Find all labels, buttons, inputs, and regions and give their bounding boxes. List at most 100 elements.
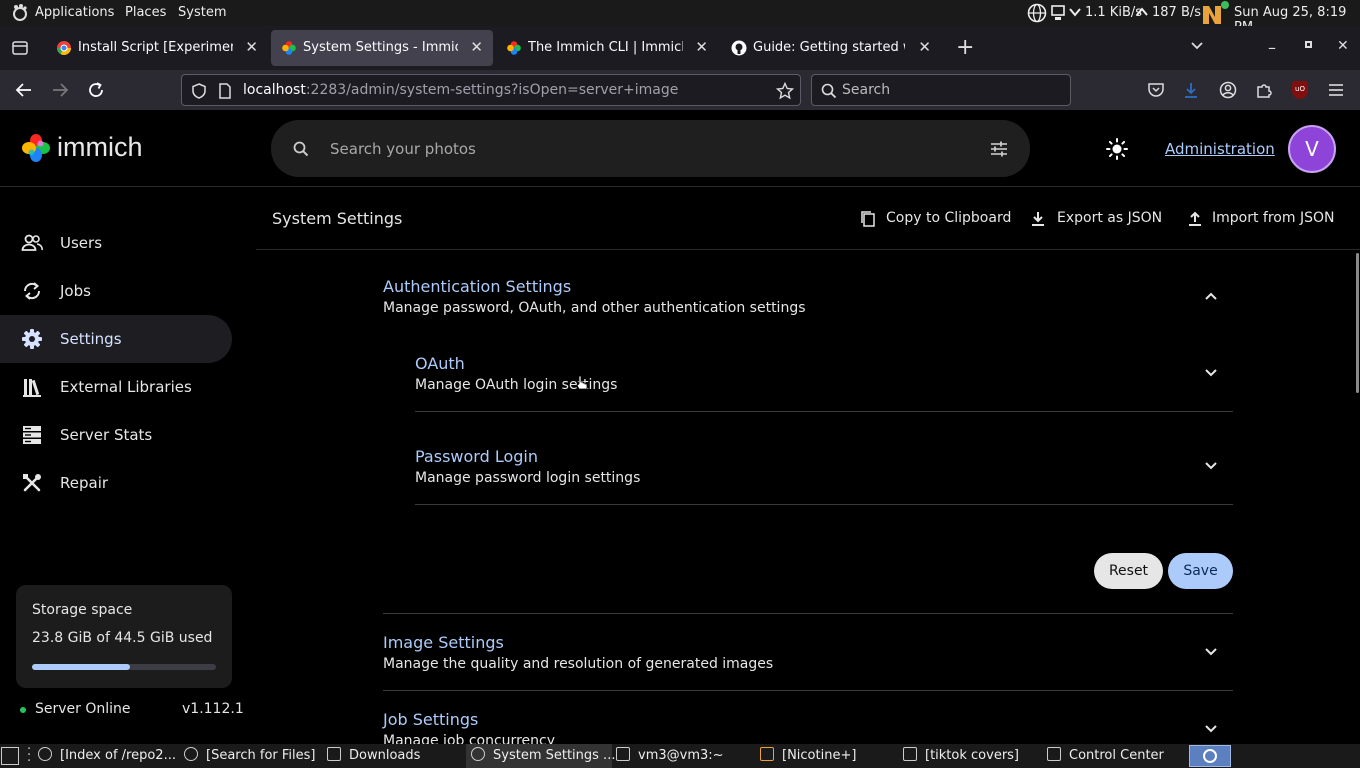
url-bar[interactable]: localhost:2283/admin/system-settings?isO… — [181, 74, 801, 106]
task-label: System Settings ... — [493, 748, 616, 763]
administration-link[interactable]: Administration — [1165, 140, 1275, 158]
subsection-title: OAuth — [415, 354, 465, 373]
hamburger-menu-icon[interactable] — [1328, 83, 1344, 97]
server-version[interactable]: v1.112.1 — [182, 701, 244, 717]
window-maximize-icon[interactable] — [1305, 41, 1312, 48]
control-center-icon — [1047, 747, 1061, 761]
web-search-placeholder: Search — [842, 82, 891, 98]
image-settings-header[interactable]: Image Settings Manage the quality and re… — [383, 630, 1233, 674]
show-desktop-icon[interactable] — [1, 747, 19, 765]
job-settings-header[interactable]: Job Settings Manage job concurrency — [383, 707, 1233, 744]
pocket-icon[interactable] — [1147, 82, 1165, 98]
scrollbar-thumb[interactable] — [1356, 253, 1359, 393]
gnome-foot-icon[interactable] — [10, 3, 30, 23]
task-terminal[interactable]: vm3@vm3:~ — [616, 744, 724, 768]
task-nicotine[interactable]: [Nicotine+] — [760, 744, 856, 768]
save-button[interactable]: Save — [1168, 553, 1233, 589]
tab-github-guide[interactable]: Guide: Getting started with a ✕ — [721, 30, 941, 66]
window-icon — [38, 747, 52, 761]
list-all-tabs-icon[interactable] — [1190, 41, 1204, 51]
server-status-dot — [20, 707, 26, 713]
sidebar-item-users[interactable]: Users — [0, 219, 232, 267]
section-description: Manage job concurrency — [383, 733, 555, 744]
sidebar-item-repair[interactable]: Repair — [0, 459, 232, 507]
sidebar-item-label: Settings — [60, 330, 122, 348]
storage-progress-fill — [32, 664, 131, 670]
clipboard-icon — [861, 211, 875, 227]
user-avatar[interactable]: V — [1288, 125, 1336, 173]
section-title: Authentication Settings — [383, 277, 572, 296]
close-tab-icon[interactable]: ✕ — [918, 38, 931, 56]
gear-icon — [22, 329, 42, 349]
chevron-up-icon[interactable] — [1203, 288, 1219, 304]
downloads-icon[interactable] — [1183, 81, 1199, 99]
drag-handle-icon[interactable]: · · · — [27, 743, 31, 768]
sidebar-item-external-libraries[interactable]: External Libraries — [0, 363, 232, 411]
sidebar-item-server-stats[interactable]: Server Stats — [0, 411, 232, 459]
ublock-icon[interactable]: uO — [1292, 81, 1308, 99]
tab-system-settings[interactable]: System Settings - Immich ✕ — [271, 30, 493, 66]
window-minimize-icon[interactable]: – — [1268, 38, 1276, 57]
nicotine-tray-icon[interactable] — [1200, 0, 1232, 26]
chevron-down-icon[interactable] — [1203, 365, 1219, 381]
immich-logo-icon[interactable] — [20, 132, 52, 164]
monitor-icon[interactable] — [1050, 4, 1066, 22]
browser-tab-strip: Install Script [Experimental] ✕ System S… — [0, 26, 1360, 70]
subsection-title: Password Login — [415, 447, 538, 466]
tab-install-script[interactable]: Install Script [Experimental] ✕ — [46, 30, 268, 66]
sidebar-item-label: External Libraries — [60, 378, 192, 396]
task-index-repo[interactable]: [Index of /repo2... — [38, 744, 176, 768]
theme-toggle-sun-icon[interactable] — [1106, 138, 1128, 160]
task-tiktok-covers[interactable]: [tiktok covers] — [903, 744, 1019, 768]
extensions-icon[interactable] — [1255, 81, 1273, 99]
close-tab-icon[interactable]: ✕ — [245, 38, 258, 56]
task-downloads[interactable]: Downloads — [327, 744, 420, 768]
sidebar-item-settings[interactable]: Settings — [0, 315, 232, 363]
sidebar-item-jobs[interactable]: Jobs — [0, 267, 232, 315]
system-menu[interactable]: System — [178, 5, 226, 20]
reload-icon[interactable] — [87, 81, 105, 99]
library-icon — [23, 379, 41, 397]
download-arrow-icon — [1069, 8, 1081, 17]
app-logo-text[interactable]: immich — [57, 132, 143, 163]
auth-settings-header[interactable]: Authentication Settings Manage password,… — [383, 275, 1233, 317]
firefox-view-icon[interactable] — [11, 39, 29, 57]
tab-immich-cli[interactable]: The Immich CLI | Immich ✕ — [496, 30, 718, 66]
search-icon[interactable] — [293, 141, 309, 157]
window-close-icon[interactable]: ✕ — [1337, 38, 1349, 54]
web-search-bar[interactable]: Search — [811, 74, 1071, 106]
workspace-window-icon — [1203, 749, 1217, 763]
back-icon[interactable] — [15, 82, 33, 98]
url-host: localhost — [243, 82, 306, 98]
password-login-settings-header[interactable]: Password Login Manage password login set… — [415, 444, 1233, 488]
task-label: [Nicotine+] — [782, 748, 857, 763]
github-favicon-icon — [731, 40, 747, 56]
close-tab-icon[interactable]: ✕ — [470, 38, 483, 56]
reset-button[interactable]: Reset — [1094, 553, 1163, 589]
page-icon[interactable] — [218, 83, 232, 99]
close-tab-icon[interactable]: ✕ — [695, 38, 708, 56]
divider — [415, 411, 1233, 412]
browser-nav-bar: localhost:2283/admin/system-settings?isO… — [0, 70, 1360, 110]
applications-menu[interactable]: Applications — [35, 5, 114, 20]
task-control-center[interactable]: Control Center — [1047, 744, 1164, 768]
workspace-switcher[interactable] — [1189, 745, 1231, 767]
forward-icon[interactable] — [51, 82, 69, 98]
bookmark-star-icon[interactable] — [776, 82, 794, 100]
settings-header: System Settings Copy to Clipboard Export… — [256, 187, 1360, 250]
search-filter-icon[interactable] — [990, 140, 1008, 158]
chevron-down-icon[interactable] — [1203, 721, 1219, 737]
places-menu[interactable]: Places — [125, 5, 166, 20]
new-tab-icon[interactable]: + — [956, 35, 974, 60]
task-search-files[interactable]: [Search for Files] — [184, 744, 315, 768]
import-label: Import from JSON — [1212, 210, 1335, 226]
network-up-rate: 187 B/s — [1152, 5, 1202, 20]
oauth-settings-header[interactable]: OAuth Manage OAuth login settings — [415, 351, 1233, 395]
chevron-down-icon[interactable] — [1203, 644, 1219, 660]
account-icon[interactable] — [1219, 81, 1237, 99]
photo-search-bar[interactable]: Search your photos — [271, 120, 1030, 177]
globe-icon[interactable] — [1027, 3, 1047, 23]
shield-icon[interactable] — [191, 83, 207, 99]
chevron-down-icon[interactable] — [1203, 458, 1219, 474]
task-system-settings[interactable]: System Settings ... — [466, 744, 616, 768]
